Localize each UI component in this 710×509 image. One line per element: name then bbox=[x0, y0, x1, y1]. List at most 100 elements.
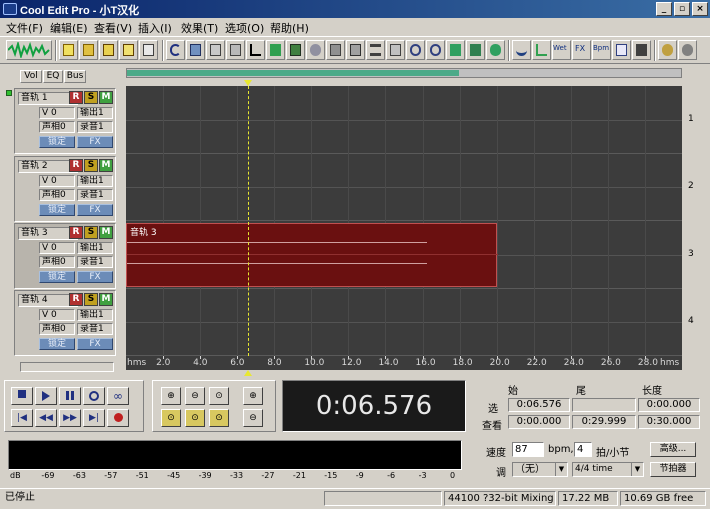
volume-field[interactable]: V 0 bbox=[39, 107, 75, 119]
close-button[interactable]: × bbox=[692, 2, 708, 16]
paste-button[interactable] bbox=[226, 40, 245, 60]
panel-scroll[interactable] bbox=[20, 362, 114, 372]
solo-button[interactable]: S bbox=[84, 226, 98, 239]
zoom-in-vertical-button[interactable]: ⊕ bbox=[243, 387, 263, 405]
track-control[interactable]: 音轨 1RSMV 0 输出1 声相0 录音1 锁定 FX bbox=[14, 88, 116, 154]
waveform-view-button[interactable] bbox=[6, 40, 52, 60]
zoom-full-button[interactable]: ⊙ bbox=[209, 387, 229, 405]
mute-block-button[interactable] bbox=[306, 40, 325, 60]
undo-button[interactable] bbox=[166, 40, 185, 60]
stretch-button[interactable] bbox=[486, 40, 505, 60]
cursor-marker-top[interactable] bbox=[243, 80, 252, 86]
copy-button[interactable] bbox=[206, 40, 225, 60]
view-end-field[interactable]: 0:29.999 bbox=[572, 415, 636, 429]
view-length-field[interactable]: 0:30.000 bbox=[638, 415, 700, 429]
menu-file[interactable]: 文件(F) bbox=[6, 20, 43, 36]
tab-eq[interactable]: EQ bbox=[43, 70, 63, 83]
selection-length-field[interactable]: 0:00.000 bbox=[638, 398, 700, 412]
solo-button[interactable]: S bbox=[84, 91, 98, 104]
new-file-button[interactable] bbox=[59, 40, 78, 60]
view-start-field[interactable]: 0:00.000 bbox=[508, 415, 570, 429]
fx-button[interactable]: FX bbox=[77, 204, 113, 216]
loop-button[interactable] bbox=[406, 40, 425, 60]
bpm-button[interactable]: Bpm bbox=[592, 40, 611, 60]
track-lane[interactable] bbox=[126, 288, 682, 356]
selection-start-field[interactable]: 0:06.576 bbox=[508, 398, 570, 412]
open-file-button[interactable] bbox=[79, 40, 98, 60]
output-field[interactable]: 输出1 bbox=[77, 242, 113, 254]
menu-view[interactable]: 查看(V) bbox=[94, 20, 132, 36]
record-input-field[interactable]: 录音1 bbox=[77, 323, 113, 335]
minimize-button[interactable]: _ bbox=[656, 2, 672, 16]
track-control[interactable]: 音轨 2RSMV 0 输出1 声相0 录音1 锁定 FX bbox=[14, 156, 116, 222]
fx-button[interactable]: FX bbox=[77, 338, 113, 350]
cd-button[interactable] bbox=[632, 40, 651, 60]
advanced-button[interactable]: 高级... bbox=[650, 442, 696, 457]
lock-button[interactable]: 锁定 bbox=[39, 338, 75, 350]
output-field[interactable]: 输出1 bbox=[77, 107, 113, 119]
bpm-input[interactable]: 87 bbox=[512, 442, 544, 457]
mute-button[interactable]: M bbox=[99, 159, 113, 172]
output-field[interactable]: 输出1 bbox=[77, 309, 113, 321]
record-arm-button[interactable]: R bbox=[69, 159, 83, 172]
track-control[interactable]: 音轨 3RSMV 0 输出1 声相0 录音1 锁定 FX bbox=[14, 223, 116, 289]
record-input-field[interactable]: 录音1 bbox=[77, 121, 113, 133]
record-arm-button[interactable]: R bbox=[69, 91, 83, 104]
loop-play-button[interactable]: ∞ bbox=[107, 387, 129, 405]
lock-button[interactable]: 锁定 bbox=[39, 136, 75, 148]
record-input-field[interactable]: 录音1 bbox=[77, 256, 113, 268]
volume-field[interactable]: V 0 bbox=[39, 242, 75, 254]
wet-button[interactable]: Wet bbox=[552, 40, 571, 60]
session-overview[interactable] bbox=[126, 68, 682, 78]
zoom-in-horizontal-button[interactable]: ⊕ bbox=[161, 387, 181, 405]
zoom-right-button[interactable]: ⊙ bbox=[185, 409, 205, 427]
audio-clip[interactable]: 音轨 3 bbox=[126, 223, 498, 287]
pan-field[interactable]: 声相0 bbox=[39, 121, 75, 133]
fast-forward-button[interactable]: ▶▶ bbox=[59, 409, 81, 427]
envelope-button[interactable] bbox=[286, 40, 305, 60]
solo-button[interactable]: S bbox=[84, 159, 98, 172]
maximize-button[interactable]: ▫ bbox=[674, 2, 690, 16]
markers-button[interactable] bbox=[446, 40, 465, 60]
time-ruler[interactable]: hms 2.0 4.0 6.0 8.0 10.0 12.0 14.0 16.0 18.0 20.0 2… bbox=[126, 356, 682, 370]
track-lane[interactable] bbox=[126, 86, 682, 154]
tab-bus[interactable]: Bus bbox=[64, 70, 86, 83]
volume-field[interactable]: V 0 bbox=[39, 175, 75, 187]
play-to-end-button[interactable] bbox=[83, 387, 105, 405]
go-to-end-button[interactable]: ▶| bbox=[83, 409, 105, 427]
metronome-button[interactable]: 节拍器 bbox=[650, 462, 696, 477]
multitrack-area[interactable]: 音轨 3 bbox=[126, 86, 682, 356]
beats-input[interactable]: 4 bbox=[574, 442, 592, 457]
output-field[interactable]: 输出1 bbox=[77, 175, 113, 187]
save-session-button[interactable] bbox=[139, 40, 158, 60]
save-file-button[interactable] bbox=[99, 40, 118, 60]
track-lane[interactable] bbox=[126, 153, 682, 221]
pan-field[interactable]: 声相0 bbox=[39, 323, 75, 335]
playback-cursor[interactable] bbox=[247, 86, 249, 356]
pan-field[interactable]: 声相0 bbox=[39, 189, 75, 201]
time-signature-select[interactable]: 4/4 time ▼ bbox=[572, 462, 644, 477]
zoom-out-vertical-button[interactable]: ⊖ bbox=[243, 409, 263, 427]
record-arm-button[interactable]: R bbox=[69, 226, 83, 239]
cursor-marker-bottom[interactable] bbox=[243, 370, 252, 376]
settings-button[interactable] bbox=[678, 40, 697, 60]
go-to-start-button[interactable]: |◀ bbox=[11, 409, 33, 427]
pan-field[interactable]: 声相0 bbox=[39, 256, 75, 268]
save-all-button[interactable] bbox=[119, 40, 138, 60]
track-control[interactable]: 音轨 4RSMV 0 输出1 声相0 录音1 锁定 FX bbox=[14, 290, 116, 356]
menu-edit[interactable]: 编辑(E) bbox=[50, 20, 88, 36]
record-button[interactable] bbox=[107, 409, 129, 427]
solo-button[interactable]: S bbox=[84, 293, 98, 306]
trim-button[interactable] bbox=[266, 40, 285, 60]
tab-vol[interactable]: Vol bbox=[20, 70, 42, 83]
align-button[interactable] bbox=[366, 40, 385, 60]
play-button[interactable] bbox=[35, 387, 57, 405]
mute-button[interactable]: M bbox=[99, 293, 113, 306]
lock-time-button[interactable] bbox=[386, 40, 405, 60]
spectral-button[interactable] bbox=[512, 40, 531, 60]
fx-button[interactable]: FX bbox=[77, 136, 113, 148]
selection-end-field[interactable] bbox=[572, 398, 636, 412]
amplify-button[interactable] bbox=[532, 40, 551, 60]
lock-button[interactable]: 锁定 bbox=[39, 271, 75, 283]
zoom-selection-button[interactable]: ⊙ bbox=[209, 409, 229, 427]
